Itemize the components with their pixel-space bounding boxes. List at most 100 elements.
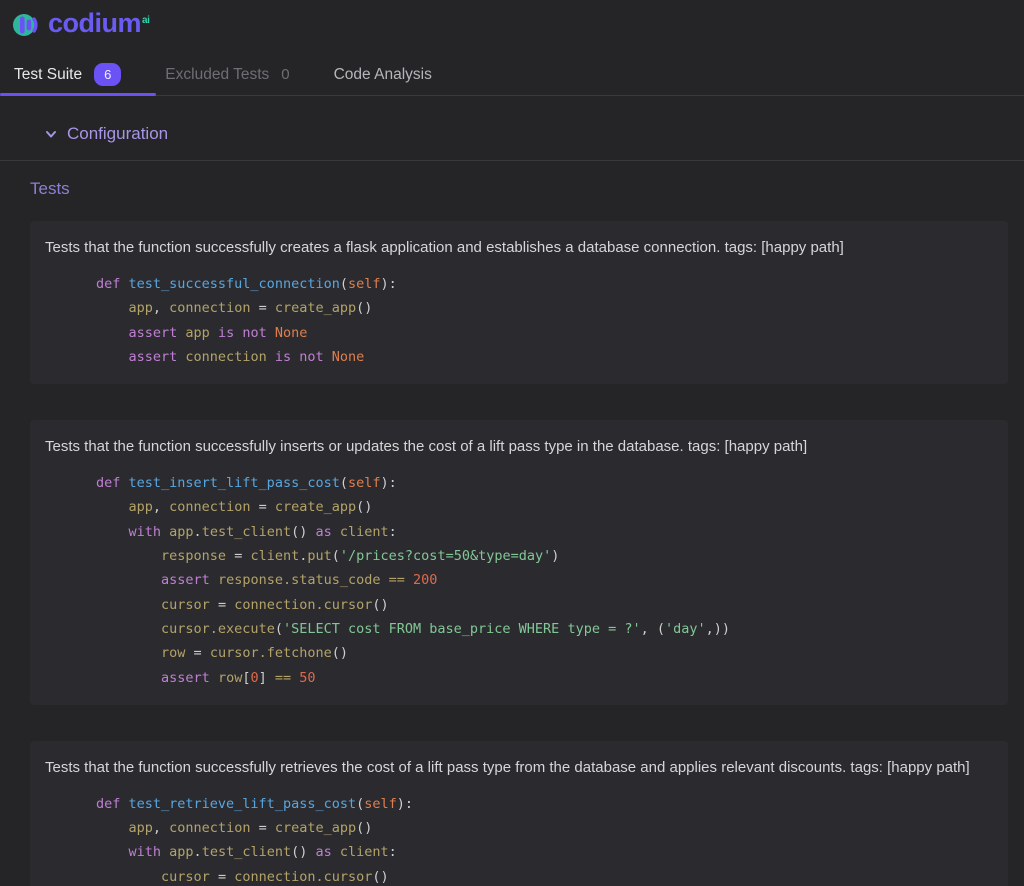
code-token: app [128, 820, 153, 837]
code-line: app, connection = create_app() [96, 495, 993, 519]
code-token: = [226, 548, 251, 565]
code-token: app [185, 324, 210, 341]
code-token: ( [356, 795, 365, 812]
code-token: response [161, 548, 227, 565]
code-token: ) [551, 548, 560, 565]
code-token: row [161, 645, 186, 662]
code-line: app, connection = create_app() [96, 296, 993, 320]
code-token: test_client [201, 844, 292, 861]
code-line: cursor.execute('SELECT cost FROM base_pr… [96, 617, 993, 641]
code-token: () [372, 596, 389, 613]
test-card[interactable]: Tests that the function successfully ret… [30, 740, 1008, 886]
code-token: connection [169, 499, 251, 516]
code-line: response = client.put('/prices?cost=50&t… [96, 544, 993, 568]
code-token: connection [185, 348, 267, 365]
code-token: client [250, 548, 300, 565]
test-code-block: def test_retrieve_lift_pass_cost(self): … [96, 792, 993, 886]
code-token: == [266, 669, 300, 686]
test-description: Tests that the function successfully cre… [45, 239, 844, 256]
code-token: test_successful_connection [128, 276, 340, 292]
code-token: def [96, 795, 129, 812]
tests-section-title: Tests [30, 179, 70, 198]
code-line: def test_retrieve_lift_pass_cost(self): [96, 792, 993, 816]
code-token: self [347, 475, 381, 492]
configuration-toggle[interactable]: Configuration [44, 124, 168, 144]
code-token: row [217, 669, 243, 686]
code-token: () [372, 868, 389, 885]
code-token: ( [339, 276, 348, 292]
code-token: 'SELECT cost FROM base_price WHERE type … [282, 620, 641, 637]
test-card[interactable]: Tests that the function successfully ins… [30, 420, 1008, 705]
code-token: 200 [413, 572, 438, 589]
tab-code-analysis[interactable]: Code Analysis [334, 66, 432, 84]
code-token: test_insert_lift_pass_cost [128, 475, 340, 492]
code-token: ( [274, 620, 283, 637]
brand-suffix: ai [142, 14, 150, 26]
code-token: () [291, 844, 316, 861]
code-token: ,)) [705, 620, 731, 637]
chevron-down-icon [44, 127, 58, 141]
tab-label: Test Suite [14, 65, 83, 83]
code-token: app [169, 523, 194, 540]
tab-count: 0 [281, 66, 290, 83]
codium-logo-icon [12, 10, 42, 45]
code-line: assert row[0] == 50 [96, 666, 993, 690]
tab-test-suite[interactable]: Test Suite 6 [14, 63, 122, 86]
code-token: response.status_code [217, 572, 381, 589]
code-token: None [331, 348, 365, 365]
tests-container: Tests that the function successfully cre… [30, 221, 1008, 886]
code-token: create_app [274, 820, 357, 837]
code-token: ] [258, 669, 267, 686]
code-line: assert app is not None [96, 321, 993, 345]
code-line: def test_successful_connection(self): [96, 272, 993, 296]
tab-excluded-tests[interactable]: Excluded Tests 0 [165, 66, 289, 84]
code-token: app [128, 499, 153, 516]
test-description: Tests that the function successfully ins… [45, 438, 808, 456]
code-token: = [250, 300, 275, 317]
codium-logo: codiumai [12, 7, 150, 45]
code-token: as [315, 523, 340, 540]
code-token: 0 [250, 669, 259, 686]
section-divider [0, 160, 1024, 161]
code-token: test_retrieve_lift_pass_cost [128, 795, 357, 812]
test-code-block: def test_successful_connection(self): ap… [96, 272, 993, 369]
code-token: ( [331, 548, 340, 565]
code-token: () [356, 300, 373, 317]
code-token: ): [380, 475, 397, 492]
code-line: app, connection = create_app() [96, 816, 993, 840]
code-line: with app.test_client() as client: [96, 840, 993, 864]
code-line: cursor = connection.cursor() [96, 865, 993, 886]
code-token: . [193, 523, 202, 540]
code-token: , [152, 300, 170, 317]
code-token: client [339, 523, 389, 540]
code-token: = [209, 868, 235, 885]
brand-name: codium [48, 7, 142, 38]
code-token: self [347, 276, 381, 292]
code-token: test_client [201, 523, 292, 540]
code-token: = [250, 820, 275, 837]
code-token: cursor [161, 596, 210, 613]
code-token: 50 [299, 669, 316, 686]
tab-label: Code Analysis [333, 65, 432, 83]
code-token: self [364, 795, 397, 812]
app-header: codiumai [0, 0, 1024, 44]
code-token: ): [396, 795, 414, 812]
code-token: assert [128, 348, 186, 365]
code-token: connection [169, 820, 251, 837]
code-token: ( [339, 475, 348, 492]
code-token: () [291, 523, 316, 540]
code-token: : [388, 523, 397, 540]
code-token: == [380, 572, 414, 589]
tab-bar: Test Suite 6 Excluded Tests 0 Code Analysis [0, 54, 1024, 96]
test-card[interactable]: Tests that the function successfully cre… [30, 221, 1008, 385]
code-token: as [315, 844, 340, 861]
code-token: connection [169, 300, 251, 317]
tab-label: Excluded Tests [165, 65, 270, 83]
